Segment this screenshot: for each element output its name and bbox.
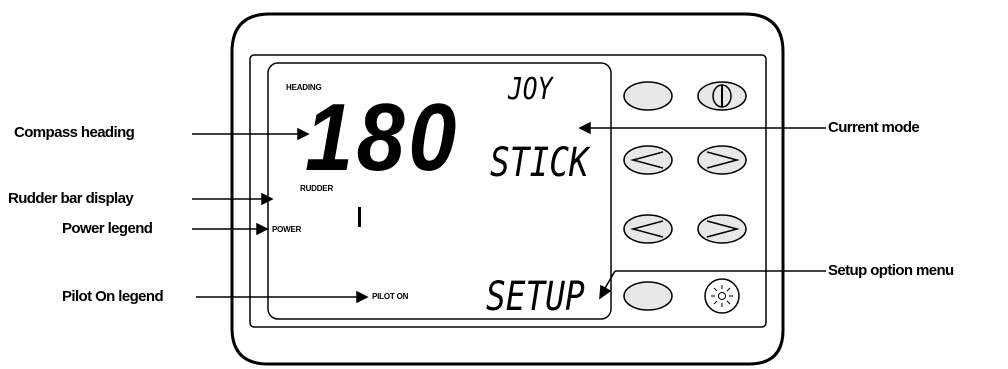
setup-menu-callout: Setup option menu — [828, 262, 954, 279]
heading-value: 180 — [305, 84, 460, 191]
rudder-legend: RUDDER — [300, 184, 334, 193]
setup-option[interactable]: SETUP — [486, 274, 585, 320]
left-button-row2[interactable] — [623, 145, 673, 175]
left-button-row3[interactable] — [623, 214, 673, 244]
power-legend: POWER — [272, 225, 302, 234]
right-button-row3[interactable] — [697, 214, 747, 244]
blank-button-bottom[interactable] — [623, 281, 673, 311]
mode-line2: STICK — [490, 140, 589, 186]
power-button[interactable] — [697, 81, 747, 111]
rudder-bar-callout: Rudder bar display — [8, 190, 134, 207]
right-button-row2[interactable] — [697, 145, 747, 175]
compass-heading-callout: Compass heading — [14, 124, 135, 141]
mode-line1: JOY — [508, 72, 553, 107]
rudder-bar-segment — [358, 207, 361, 227]
power-legend-callout: Power legend — [62, 220, 153, 237]
lamp-button[interactable] — [704, 278, 740, 314]
blank-button-top[interactable] — [623, 81, 673, 111]
current-mode-callout: Current mode — [828, 119, 920, 136]
pilot-on-callout: Pilot On legend — [62, 288, 164, 305]
pilot-on-legend: PILOT ON — [372, 292, 409, 301]
